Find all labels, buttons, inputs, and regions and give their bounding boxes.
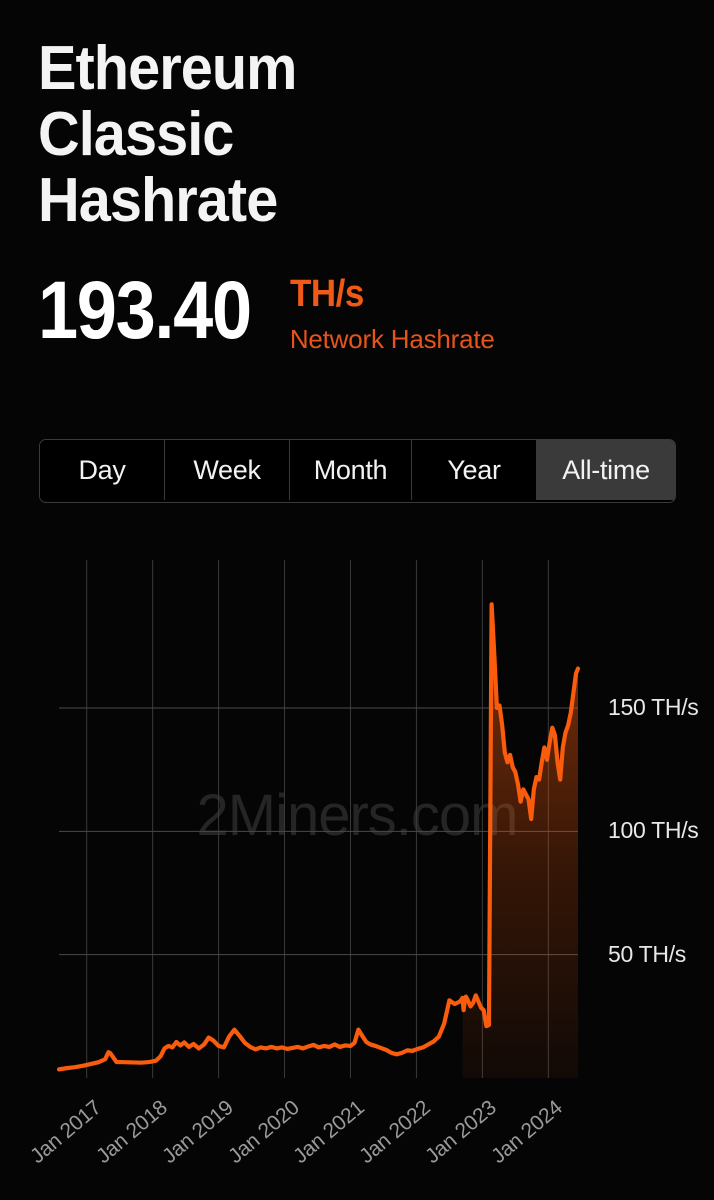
page-title: Ethereum Classic Hashrate (38, 34, 297, 235)
tab-week[interactable]: Week (165, 440, 290, 500)
hashrate-chart[interactable]: 2Miners.com 150 TH/s 100 TH/s 50 TH/s Jan … (0, 530, 714, 1170)
unit-block: TH/s Network Hashrate (290, 270, 495, 356)
current-value-row: 193.40 TH/s Network Hashrate (38, 270, 495, 356)
hashrate-value: 193.40 (38, 265, 252, 356)
period-tabbar[interactable]: Day Week Month Year All-time (39, 439, 676, 503)
hashrate-page: Ethereum Classic Hashrate 193.40 TH/s Ne… (0, 0, 714, 1200)
hashrate-unit: TH/s (289, 273, 364, 315)
tab-day[interactable]: Day (40, 440, 165, 500)
tab-month[interactable]: Month (290, 440, 412, 500)
hashrate-sublabel: Network Hashrate (289, 324, 495, 354)
header: Ethereum Classic Hashrate (38, 36, 678, 234)
tab-all-time[interactable]: All-time (537, 440, 675, 500)
tab-year[interactable]: Year (412, 440, 537, 500)
chart-canvas (56, 560, 581, 1078)
